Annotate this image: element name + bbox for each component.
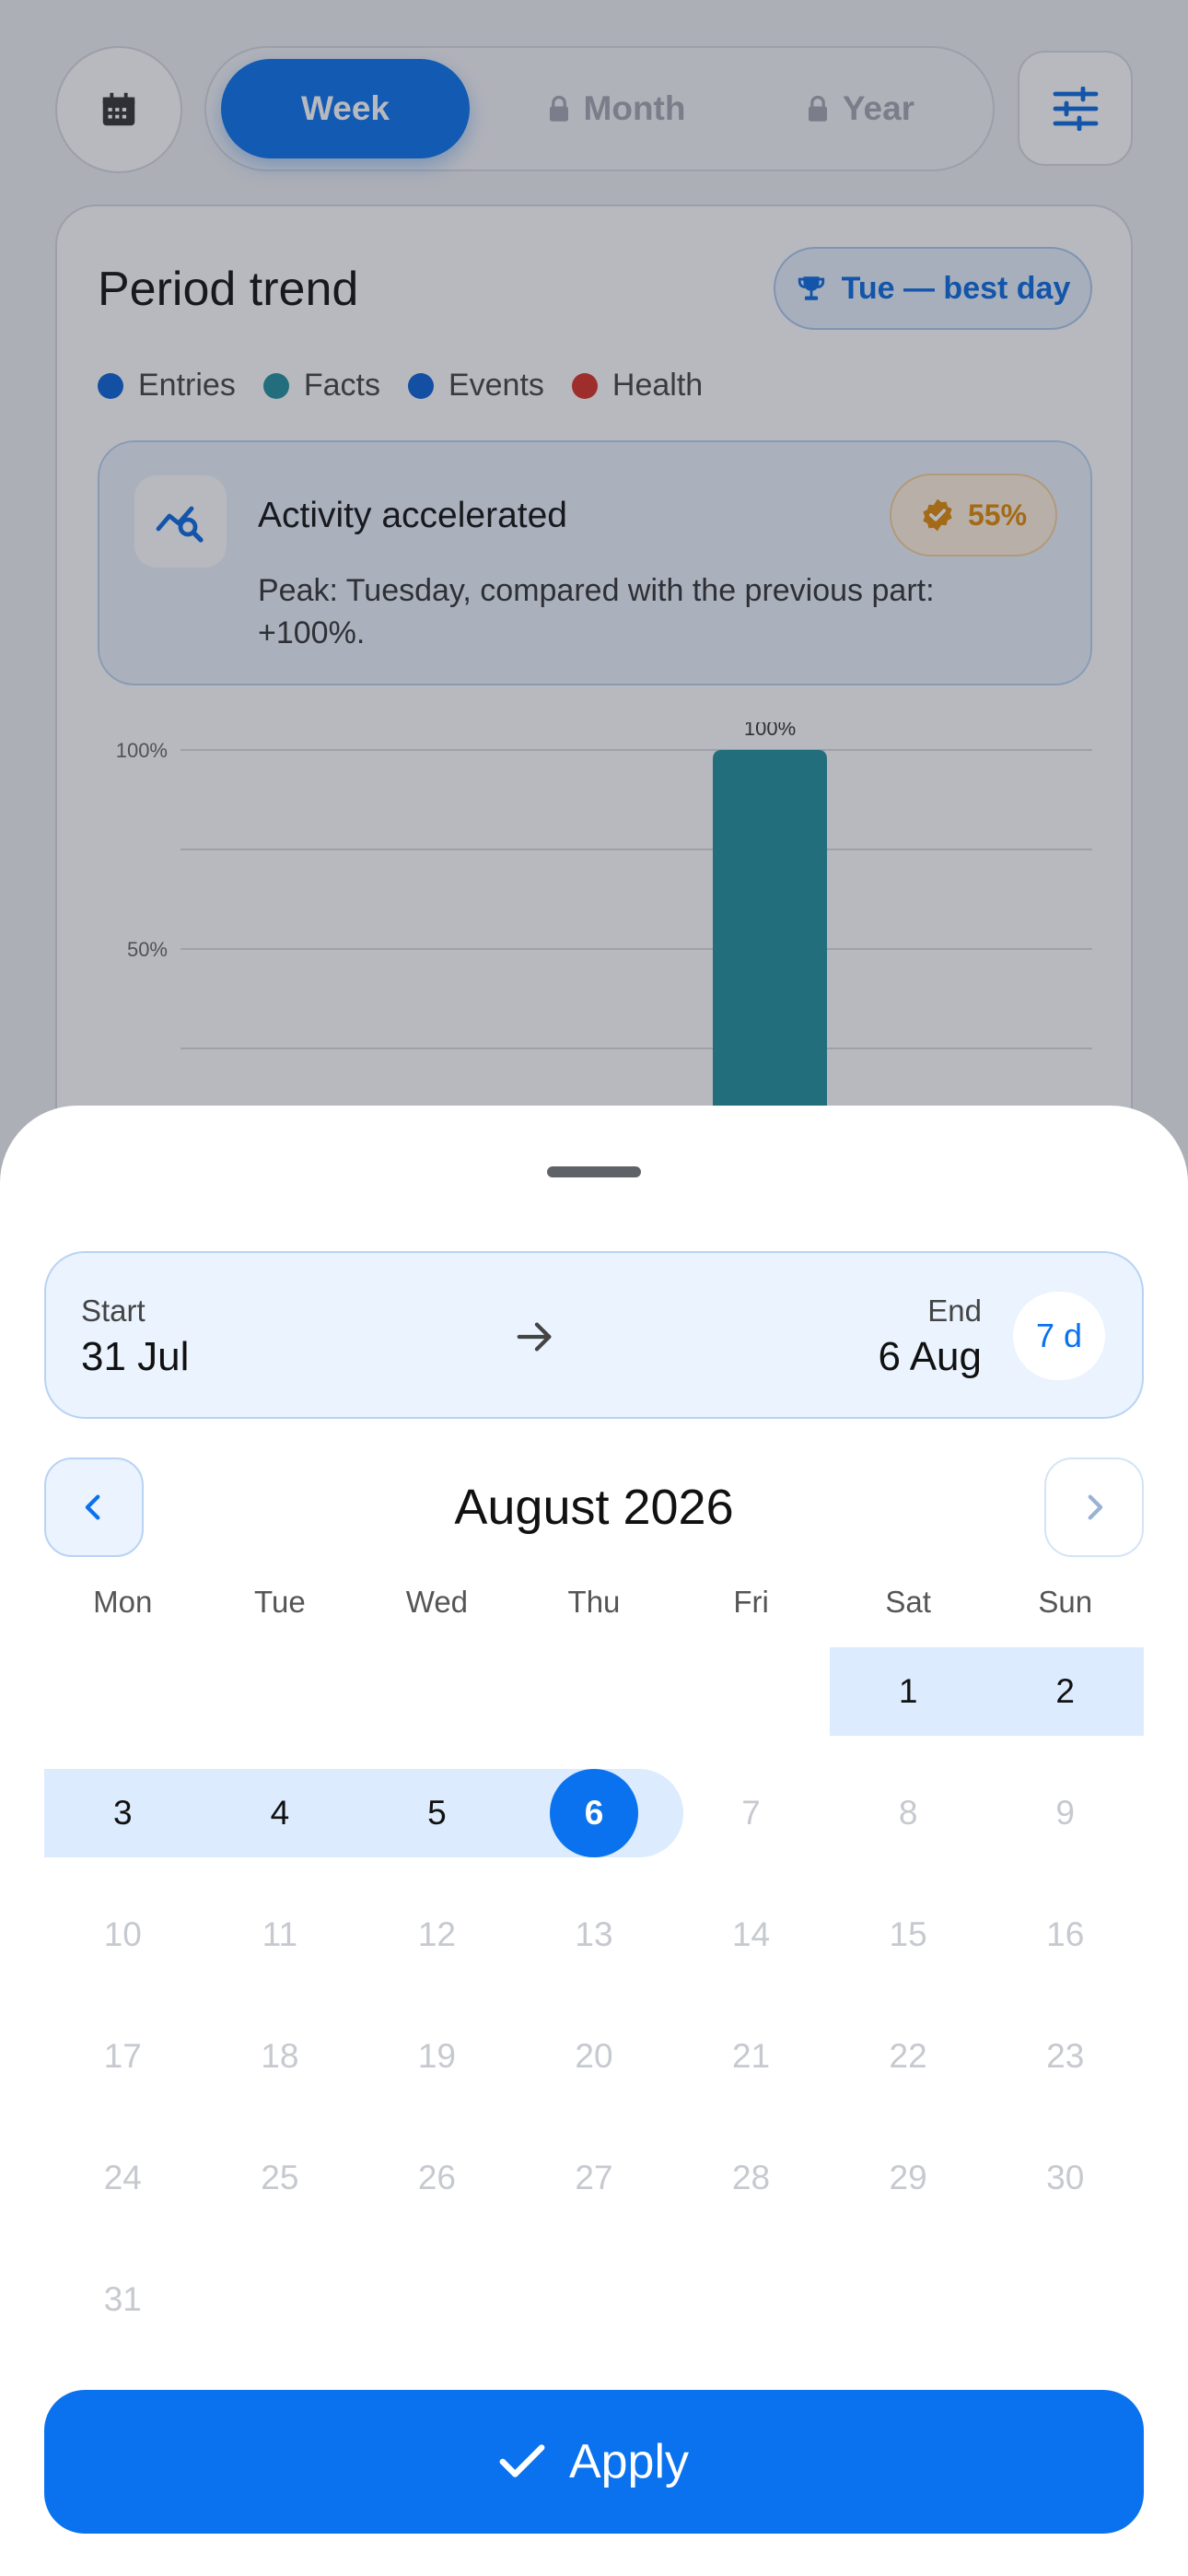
calendar-day-disabled: 24 (103, 2159, 142, 2196)
start-date[interactable]: 31 Jul (81, 1334, 189, 1380)
calendar-day-disabled: 19 (417, 2037, 456, 2075)
calendar-day-disabled: 10 (103, 1915, 142, 1953)
calendar-day-disabled: 21 (731, 2037, 771, 2075)
days-count-badge: 7 d (1013, 1292, 1105, 1380)
calendar-day-disabled: 23 (1046, 2037, 1085, 2075)
calendar-day-disabled: 26 (417, 2159, 456, 2196)
calendar-day-disabled: 11 (262, 1915, 298, 1953)
range-summary: Start 31 Jul End 6 Aug 7 d (44, 1251, 1144, 1419)
weekday-label: Thu (567, 1585, 621, 1619)
date-range-sheet: Start 31 Jul End 6 Aug 7 d August 2026 M… (0, 1106, 1188, 2576)
calendar-day-disabled: 29 (889, 2159, 927, 2196)
calendar-day-disabled: 20 (575, 2037, 613, 2075)
weekday-label: Wed (405, 1585, 469, 1619)
start-label: Start (81, 1294, 146, 1328)
calendar-day-in-range[interactable]: 4 (201, 1769, 359, 1857)
calendar-week-row: 31 (44, 2255, 1144, 2377)
calendar-day-disabled: 12 (417, 1915, 456, 1953)
calendar-day-disabled: 14 (731, 1915, 771, 1953)
month-title: August 2026 (454, 1480, 734, 1535)
calendar-day-disabled: 9 (1055, 1794, 1075, 1832)
calendar-day-disabled: 17 (103, 2037, 142, 2075)
calendar-day-disabled: 27 (575, 2159, 613, 2196)
calendar-week-row: 17 18 19 20 21 22 23 (44, 2012, 1144, 2134)
chevron-right-icon (1088, 1494, 1103, 1520)
apply-button[interactable]: Apply (44, 2390, 1144, 2534)
weekday-label: Mon (93, 1585, 153, 1619)
arrow-right-icon (517, 1322, 552, 1352)
calendar-day-disabled: 8 (898, 1794, 918, 1832)
calendar-day-in-range[interactable]: 5 (358, 1769, 516, 1857)
weekday-label: Sun (1038, 1585, 1093, 1619)
calendar-day-in-range[interactable]: 1 (829, 1647, 987, 1736)
calendar-day-disabled: 31 (103, 2280, 142, 2318)
calendar-day-in-range[interactable]: 2 (986, 1647, 1144, 1736)
apply-label: Apply (568, 2435, 690, 2488)
calendar-day-disabled: 22 (889, 2037, 927, 2075)
calendar-day-disabled: 16 (1046, 1915, 1085, 1953)
weekday-label: Tue (254, 1585, 306, 1619)
weekday-label: Sat (885, 1585, 931, 1619)
calendar-week-row: 3 4 5 6 7 8 9 (44, 1769, 1144, 1891)
next-month-button[interactable] (1044, 1458, 1144, 1557)
drag-handle[interactable] (547, 1166, 641, 1177)
weekday-label: Fri (733, 1585, 769, 1619)
weekday-header: Mon Tue Wed Thu Fri Sat Sun (44, 1585, 1144, 1620)
calendar-day-disabled: 25 (261, 2159, 299, 2196)
end-label: End (927, 1294, 982, 1328)
calendar-week-row: 10 11 12 13 14 15 16 (44, 1891, 1144, 2012)
check-icon (499, 2444, 545, 2477)
end-date[interactable]: 6 Aug (878, 1334, 982, 1380)
calendar-day-selected-end[interactable]: 6 (515, 1769, 683, 1857)
calendar-day-in-range[interactable]: 3 (44, 1769, 202, 1857)
calendar-day-disabled: 13 (575, 1915, 613, 1953)
calendar-day-disabled: 15 (889, 1915, 927, 1953)
calendar-day-disabled: 30 (1046, 2159, 1085, 2196)
calendar-day-disabled: 18 (261, 2037, 299, 2075)
calendar-week-row: 24 25 26 27 28 29 30 (44, 2134, 1144, 2255)
calendar-day-disabled: 28 (731, 2159, 771, 2196)
calendar-day-disabled: 7 (741, 1794, 761, 1832)
calendar-week-row: 1 2 (44, 1647, 1144, 1769)
calendar-grid: 1 2 3 4 5 6 7 8 9 10 11 12 13 14 15 16 1… (44, 1647, 1144, 2377)
